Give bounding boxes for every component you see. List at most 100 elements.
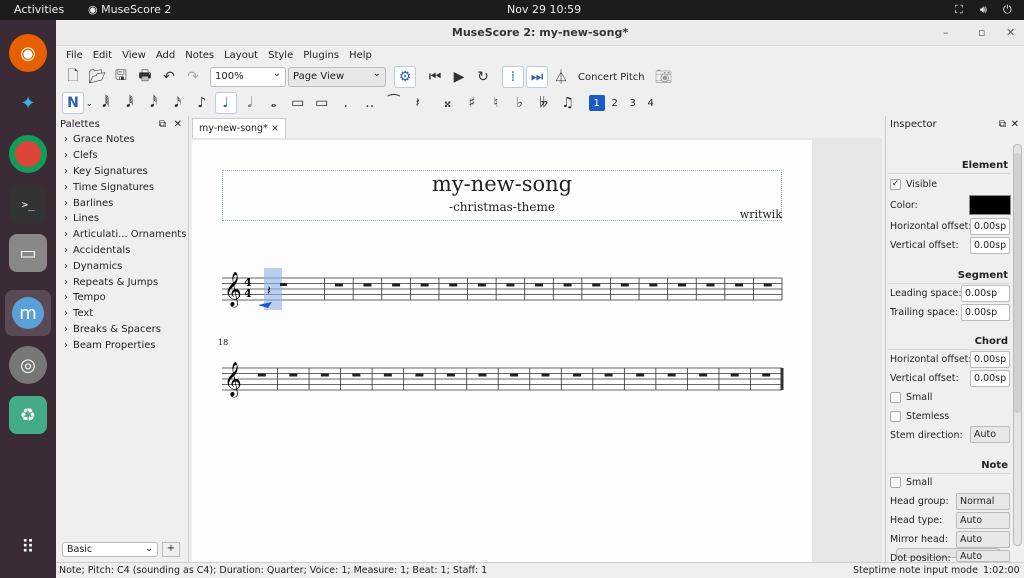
close-button[interactable]: ✕ (1006, 20, 1015, 46)
menu-edit[interactable]: Edit (88, 50, 117, 61)
metronome-icon[interactable]: ⏃ (550, 66, 572, 88)
workspace-select[interactable]: Basic (62, 542, 158, 557)
flip-direction-icon[interactable]: ♫ (557, 92, 579, 114)
sharp-icon[interactable]: ♯ (461, 92, 483, 114)
firefox-icon[interactable]: ◉ (9, 34, 47, 72)
apps-grid-icon[interactable]: ⠿ (9, 528, 47, 566)
midi-input-icon[interactable]: ⚙ (394, 66, 416, 88)
duration-16th-icon[interactable]: 𝅘𝅥𝅯 (167, 92, 189, 114)
new-score-icon[interactable]: 🗋 (62, 66, 84, 88)
duration-half-icon[interactable]: 𝅗𝅥 (239, 92, 261, 114)
power-icon[interactable]: ⏻ (1003, 3, 1012, 17)
open-icon[interactable]: 📂︎ (86, 66, 108, 88)
camera-icon[interactable]: 📷︎ (653, 66, 675, 88)
leading-input[interactable]: 0.00sp (961, 285, 1010, 302)
palette-item[interactable]: › Articulati... Ornaments (56, 227, 188, 243)
disc-icon[interactable]: ◎ (9, 346, 47, 384)
double-sharp-icon[interactable]: 𝄪 (437, 92, 459, 114)
activities-button[interactable]: Activities (14, 3, 64, 16)
close-icon[interactable]: ✕ (1011, 119, 1019, 130)
voice-2-button[interactable]: 2 (607, 95, 623, 111)
menu-add[interactable]: Add (151, 50, 180, 61)
stemless-checkbox[interactable]: Stemless (890, 411, 949, 422)
network-icon[interactable]: ⛶ (955, 3, 963, 17)
palette-item[interactable]: › Lines (56, 211, 188, 227)
undo-icon[interactable]: ↶ (158, 66, 180, 88)
flat-icon[interactable]: ♭ (509, 92, 531, 114)
visible-checkbox[interactable]: ✓ Visible (890, 179, 937, 190)
voice-3-button[interactable]: 3 (625, 95, 641, 111)
rest-icon[interactable]: 𝄽 (407, 92, 429, 114)
note-input-mode-icon[interactable]: N (62, 92, 84, 114)
palette-item[interactable]: › Dynamics (56, 258, 188, 274)
close-icon[interactable]: ✕ (174, 119, 182, 130)
add-workspace-button[interactable]: + (162, 542, 180, 557)
palette-item[interactable]: › Key Signatures (56, 164, 188, 180)
duration-whole-icon[interactable]: 𝅝 (263, 92, 285, 114)
duration-quarter-icon[interactable]: ♩ (214, 92, 237, 114)
volume-icon[interactable]: 🔊︎ (980, 3, 987, 17)
play-icon[interactable]: ▶ (448, 66, 470, 88)
clock[interactable]: Nov 29 10:59 (507, 3, 581, 16)
chevron-down-icon[interactable]: ⌄ (86, 99, 93, 108)
undock-icon[interactable]: ⧉ (159, 119, 166, 130)
trailing-input[interactable]: 0.00sp (961, 304, 1010, 321)
chord-hoff-input[interactable]: 0.00sp (970, 351, 1010, 368)
save-icon[interactable]: 🖫 (110, 66, 132, 88)
vertical-scrollbar[interactable] (1013, 144, 1022, 546)
maximize-button[interactable]: ▫ (978, 20, 985, 46)
head-group-select[interactable]: Normal (956, 493, 1010, 510)
terminal-icon[interactable]: >_ (9, 185, 47, 223)
tab-my-new-song[interactable]: my-new-song* × (192, 118, 286, 138)
menu-plugins[interactable]: Plugins (298, 50, 344, 61)
duration-longa-icon[interactable]: ▭ (311, 92, 333, 114)
palette-item[interactable]: › Time Signatures (56, 179, 188, 195)
voice-4-button[interactable]: 4 (643, 95, 659, 111)
print-icon[interactable]: 🖶 (134, 66, 156, 88)
mirror-head-select[interactable]: Auto (956, 531, 1010, 548)
dot-icon[interactable]: . (335, 92, 357, 114)
duration-eighth-icon[interactable]: ♪ (191, 92, 213, 114)
view-mode-select[interactable]: Page View (288, 67, 386, 87)
palette-item[interactable]: › Tempo (56, 290, 188, 306)
palette-item[interactable]: › Accidentals (56, 243, 188, 259)
rewind-icon[interactable]: ⏮ (424, 66, 446, 88)
palette-item[interactable]: › Clefs (56, 148, 188, 164)
palette-item[interactable]: › Beam Properties (56, 337, 188, 353)
color-swatch[interactable] (969, 195, 1011, 215)
menu-notes[interactable]: Notes (180, 50, 219, 61)
chord-voff-input[interactable]: 0.00sp (970, 370, 1010, 387)
menu-file[interactable]: File (61, 50, 88, 61)
duration-breve-icon[interactable]: ▭ (287, 92, 309, 114)
note-small-checkbox[interactable]: Small (890, 477, 932, 488)
palette-item[interactable]: › Breaks & Spacers (56, 322, 188, 338)
trash-icon[interactable]: ♻ (9, 396, 47, 434)
palette-item[interactable]: › Grace Notes (56, 132, 188, 148)
redo-icon[interactable]: ↷ (182, 66, 204, 88)
menu-view[interactable]: View (117, 50, 151, 61)
loop-in-icon[interactable]: ⁞ (502, 66, 524, 88)
musescore-icon[interactable]: m (5, 290, 51, 336)
stem-direction-select[interactable]: Auto (970, 426, 1010, 443)
duration-32nd-icon[interactable]: 𝅘𝅥𝅰 (143, 92, 165, 114)
menu-help[interactable]: Help (344, 50, 377, 61)
loop-icon[interactable]: ↻ (472, 66, 494, 88)
dot-position-select[interactable]: Auto (956, 550, 1010, 562)
tie-icon[interactable]: ⁀ (383, 92, 405, 114)
double-dot-icon[interactable]: .. (359, 92, 381, 114)
palette-item[interactable]: › Repeats & Jumps (56, 274, 188, 290)
chord-small-checkbox[interactable]: Small (890, 392, 932, 403)
kodi-icon[interactable]: ✦ (9, 84, 47, 122)
duration-128th-icon[interactable]: 𝅘𝅥𝅲 (95, 92, 117, 114)
minimize-button[interactable]: – (943, 20, 949, 46)
undock-icon[interactable]: ⧉ (999, 119, 1006, 130)
head-type-select[interactable]: Auto (956, 512, 1010, 529)
score-canvas[interactable]: my-new-song -christmas-theme writwik 18 … (192, 138, 882, 562)
loop-out-icon[interactable]: ⏭ (526, 66, 548, 88)
zoom-select[interactable]: 100% (210, 67, 286, 87)
scrollbar-thumb[interactable] (1014, 153, 1021, 413)
palette-item[interactable]: › Text (56, 306, 188, 322)
natural-icon[interactable]: ♮ (485, 92, 507, 114)
voice-1-button[interactable]: 1 (588, 95, 605, 111)
duration-64th-icon[interactable]: 𝅘𝅥𝅱 (119, 92, 141, 114)
